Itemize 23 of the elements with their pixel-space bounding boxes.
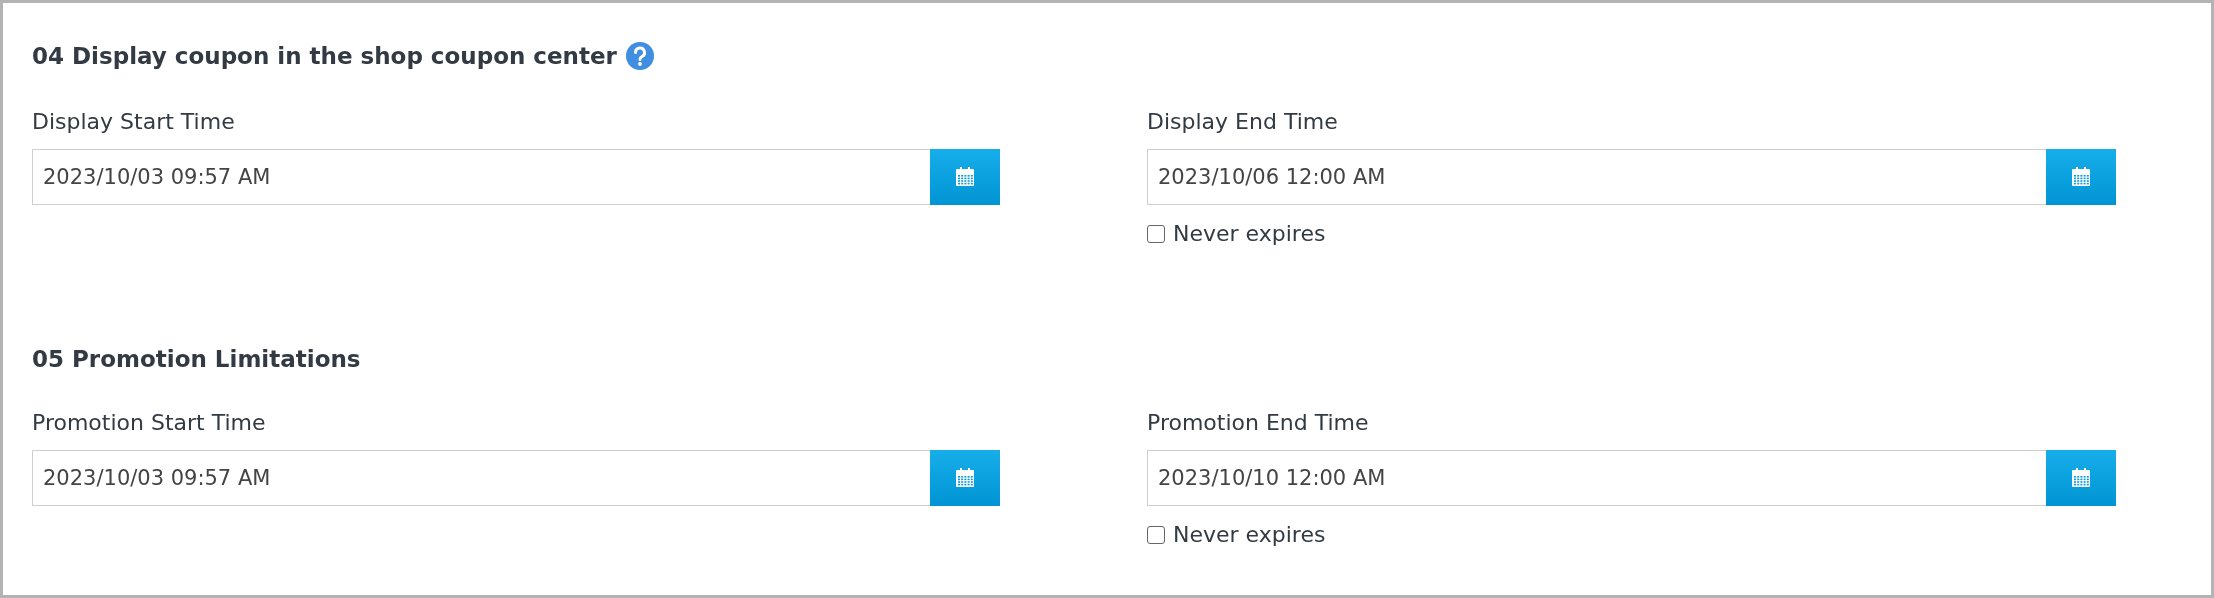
- section-title: 05 Promotion Limitations: [32, 346, 361, 372]
- field-label: Promotion Start Time: [32, 410, 266, 435]
- field-label: Display End Time: [1147, 109, 1338, 134]
- checkbox-label: Never expires: [1173, 221, 1326, 246]
- checkbox-label: Never expires: [1173, 522, 1326, 547]
- date-field[interactable]: 2023/10/06 12:00 AM: [1147, 149, 2046, 205]
- date-field[interactable]: 2023/10/03 09:57 AM: [32, 450, 930, 506]
- calendar-icon: [2071, 167, 2091, 187]
- checkbox[interactable]: [1147, 525, 1165, 544]
- calendar-icon: [955, 468, 975, 488]
- calendar-button[interactable]: [930, 149, 1000, 205]
- calendar-icon: [2071, 468, 2091, 488]
- calendar-button[interactable]: [2046, 450, 2116, 506]
- date-field[interactable]: 2023/10/03 09:57 AM: [32, 149, 930, 205]
- field-label: Promotion End Time: [1147, 410, 1369, 435]
- calendar-icon: [955, 167, 975, 187]
- calendar-button[interactable]: [930, 450, 1000, 506]
- field-label: Display Start Time: [32, 109, 235, 134]
- date-field[interactable]: 2023/10/10 12:00 AM: [1147, 450, 2046, 506]
- help-icon[interactable]: [624, 41, 655, 71]
- section-title: 04 Display coupon in the shop coupon center: [32, 43, 617, 69]
- calendar-button[interactable]: [2046, 149, 2116, 205]
- checkbox[interactable]: [1147, 224, 1165, 243]
